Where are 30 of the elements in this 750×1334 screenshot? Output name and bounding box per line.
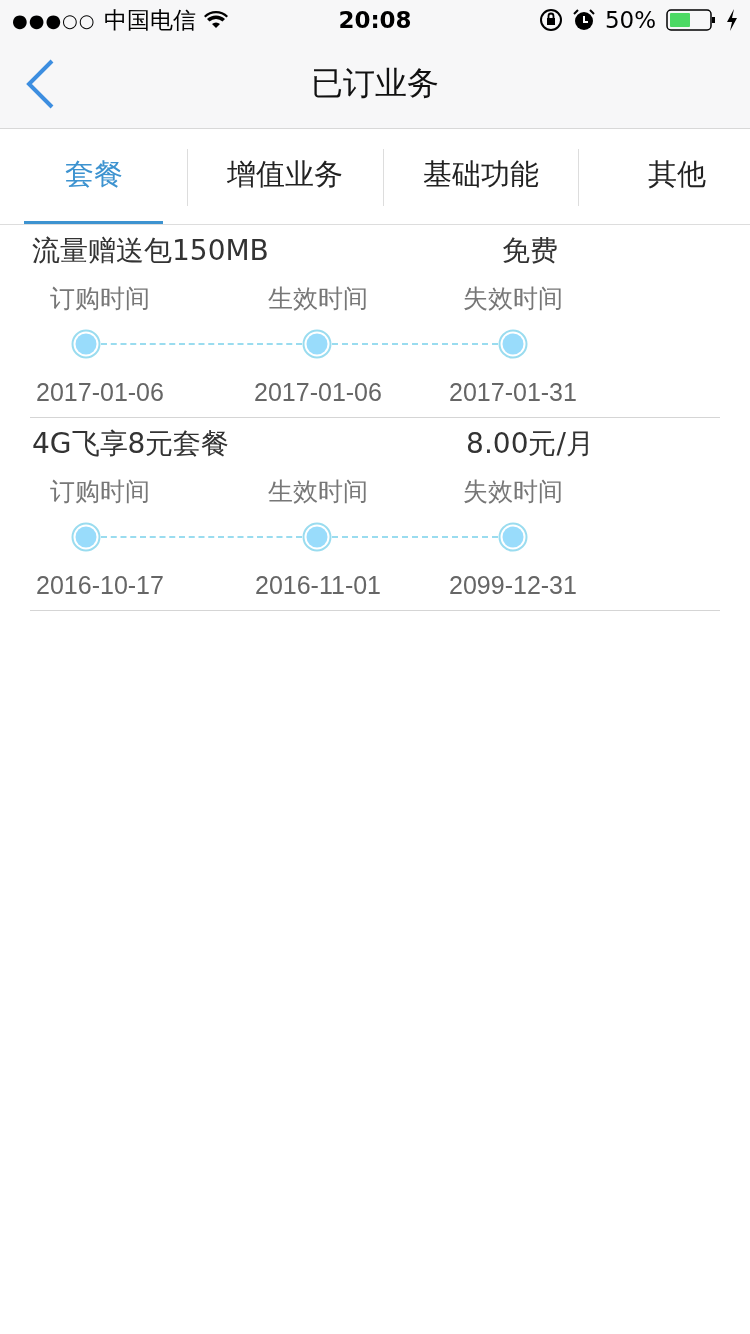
- timeline-date: 2017-01-31: [448, 377, 578, 407]
- tab[interactable]: 基础功能: [407, 129, 555, 224]
- timeline-date: 2016-10-17: [35, 570, 165, 600]
- timeline-date: 2016-11-01: [254, 570, 382, 600]
- page-title: 已订业务: [311, 63, 439, 104]
- back-button[interactable]: [24, 58, 56, 110]
- plan-price: 8.00元/月: [465, 426, 595, 462]
- tab[interactable]: 增值业务: [212, 129, 359, 224]
- signal-strength: ●●●○○: [12, 9, 96, 31]
- wifi-icon: [203, 11, 228, 29]
- timeline-label: 失效时间: [462, 282, 564, 314]
- plan-name: 4G飞享8元套餐: [32, 426, 230, 462]
- timeline-label: 订购时间: [49, 475, 151, 507]
- tab[interactable]: 其他: [603, 129, 750, 224]
- charging-icon: [726, 9, 738, 31]
- timeline-label: 订购时间: [49, 282, 151, 314]
- rotation-lock-icon: [538, 8, 563, 32]
- timeline-date: 2017-01-06: [253, 377, 383, 407]
- alarm-icon: [572, 9, 595, 31]
- plan-price: 免费: [501, 233, 559, 269]
- battery-percentage: 50%: [604, 7, 656, 33]
- timeline-date: 2099-12-31: [448, 570, 578, 600]
- clock: 20:08: [338, 7, 412, 33]
- timeline-label: 生效时间: [267, 475, 369, 507]
- carrier-name: 中国电信: [103, 5, 196, 35]
- timeline-date: 2017-01-06: [35, 377, 165, 407]
- battery-icon: [666, 9, 716, 31]
- timeline-label: 生效时间: [267, 282, 369, 314]
- timeline-label: 失效时间: [462, 475, 564, 507]
- plan-name: 流量赠送包150MB: [32, 233, 269, 269]
